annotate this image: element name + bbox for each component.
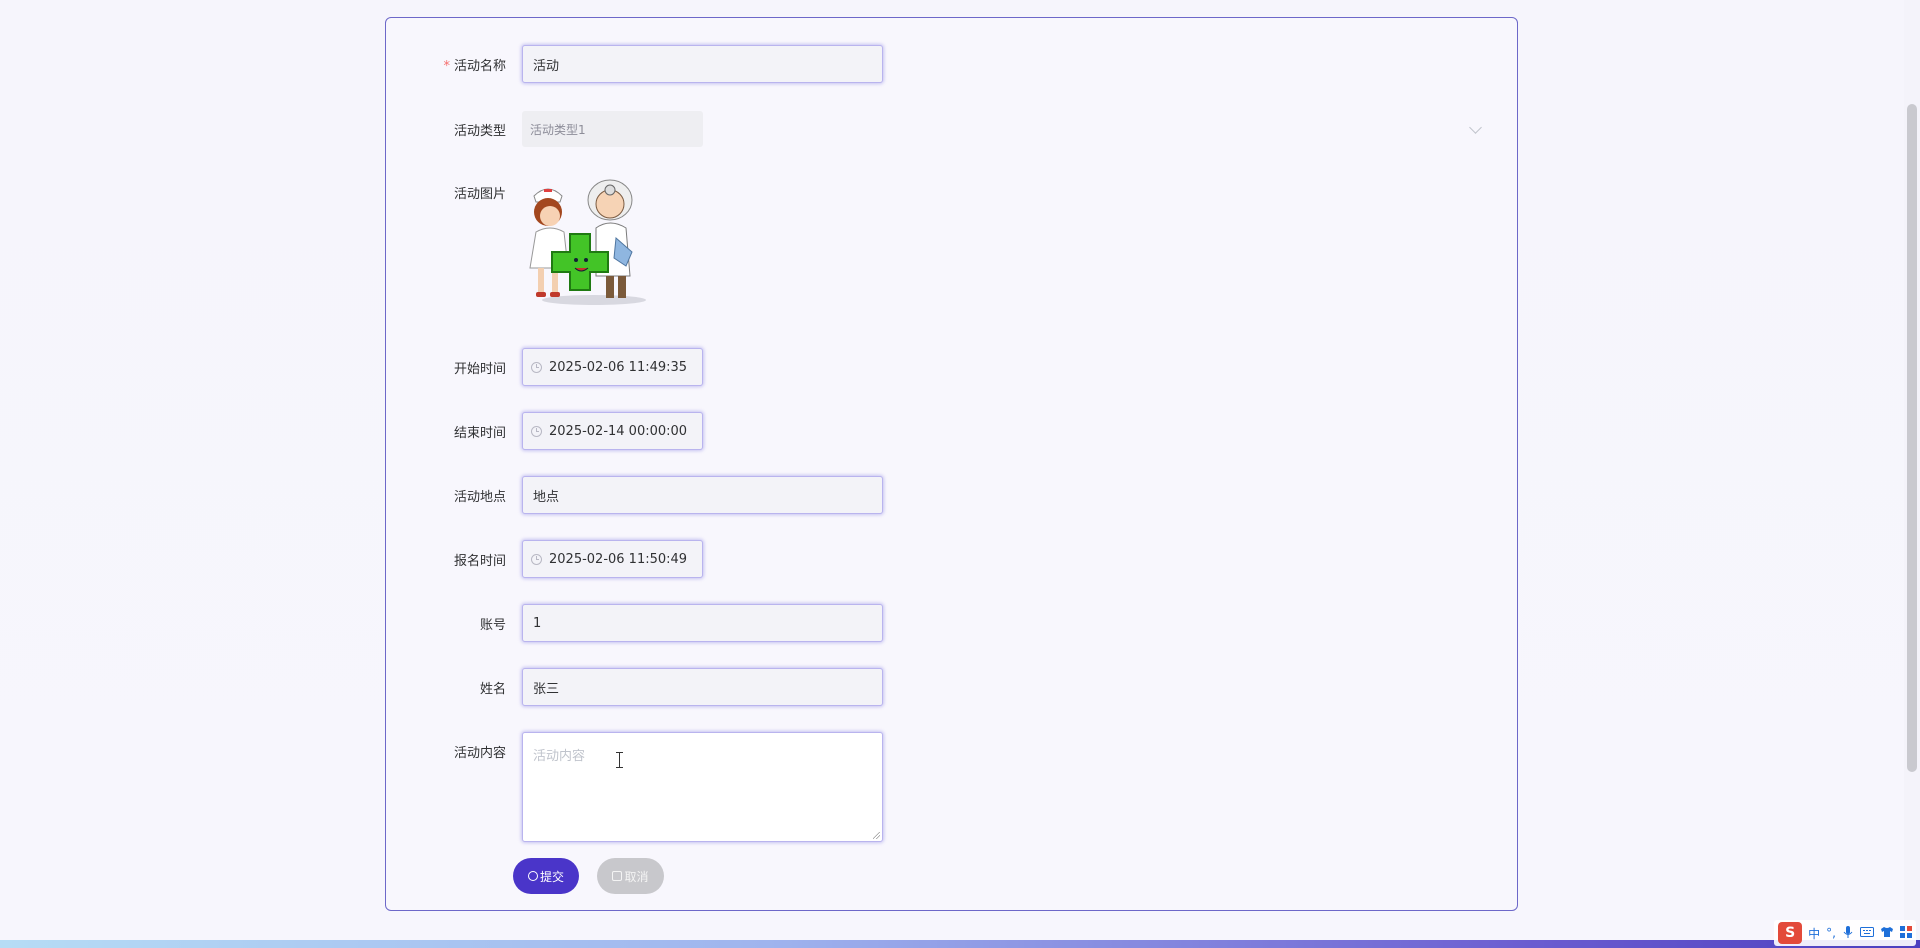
full-name-label: 姓名 (479, 681, 506, 697)
required-mark: * (443, 58, 450, 74)
start-time-label: 开始时间 (453, 361, 506, 377)
image-label: 活动图片 (453, 187, 506, 202)
sogou-logo-icon[interactable]: S (1778, 922, 1803, 944)
form-row-account: 账号 (386, 604, 514, 642)
activity-type-select[interactable]: 活动类型1 (386, 111, 1519, 147)
chevron-down-icon (1469, 121, 1482, 134)
activity-name-value: 活动 (533, 58, 560, 74)
account-input[interactable]: 1 (522, 604, 883, 642)
ime-punctuation[interactable]: °, (1826, 926, 1836, 940)
taskbar-strip (0, 940, 1920, 948)
form-row-location: 活动地点 (386, 476, 514, 514)
signup-time-value: 2025-02-06 11:50:49 (549, 551, 688, 567)
account-label: 账号 (479, 617, 506, 633)
signup-time-label: 报名时间 (453, 553, 506, 569)
mic-icon[interactable] (1842, 925, 1854, 942)
content-textarea[interactable]: 活动内容 (522, 732, 883, 842)
ime-mode[interactable]: 中 (1808, 925, 1820, 942)
start-time-value: 2025-02-06 11:49:35 (549, 359, 688, 375)
name-label: * 活动名称 (443, 58, 506, 74)
end-time-picker[interactable]: 2025-02-14 00:00:00 (522, 412, 703, 450)
location-label: 活动地点 (453, 489, 506, 505)
form-row-name: * 活动名称 (386, 45, 514, 83)
keyboard-icon[interactable] (1860, 926, 1874, 941)
text-cursor-icon (616, 752, 624, 768)
full-name-value: 张三 (533, 681, 560, 697)
vertical-scrollbar[interactable] (1904, 0, 1920, 948)
check-circle-icon (527, 871, 538, 881)
activity-name-input[interactable]: 活动 (522, 45, 883, 83)
cancel-button[interactable]: 取消 (597, 858, 664, 894)
form-row-full-name: 姓名 (386, 668, 514, 706)
signup-time-picker[interactable]: 2025-02-06 11:50:49 (522, 540, 703, 578)
close-square-icon (612, 871, 623, 881)
activity-type-value: 活动类型1 (522, 111, 703, 147)
resize-handle[interactable] (873, 832, 880, 839)
ime-toolbar[interactable]: S 中 °, (1774, 920, 1916, 946)
cancel-label: 取消 (624, 869, 649, 884)
form-row-start-time: 开始时间 (386, 348, 514, 386)
content-placeholder: 活动内容 (533, 749, 586, 764)
location-input[interactable]: 地点 (522, 476, 883, 514)
activity-form: * 活动名称 活动 活动类型 活动类型1 活动图片 开始时间 2025-02-0… (385, 17, 1518, 911)
form-row-signup-time: 报名时间 (386, 540, 514, 578)
content-label: 活动内容 (453, 746, 506, 761)
clock-icon (531, 553, 542, 565)
shirt-icon[interactable] (1880, 926, 1894, 941)
submit-label: 提交 (539, 869, 564, 884)
form-row-end-time: 结束时间 (386, 412, 514, 450)
end-time-value: 2025-02-14 00:00:00 (549, 423, 688, 439)
scrollbar-thumb[interactable] (1907, 104, 1917, 772)
start-time-picker[interactable]: 2025-02-06 11:49:35 (522, 348, 703, 386)
submit-button[interactable]: 提交 (513, 858, 579, 894)
activity-image[interactable] (522, 172, 662, 312)
full-name-input[interactable]: 张三 (522, 668, 883, 706)
clock-icon (531, 361, 542, 373)
account-value: 1 (533, 615, 542, 631)
location-value: 地点 (533, 489, 560, 505)
doctor-nurse-illustration (529, 179, 646, 305)
grid-icon[interactable] (1900, 925, 1912, 941)
clock-icon (531, 425, 542, 437)
end-time-label: 结束时间 (453, 425, 506, 441)
